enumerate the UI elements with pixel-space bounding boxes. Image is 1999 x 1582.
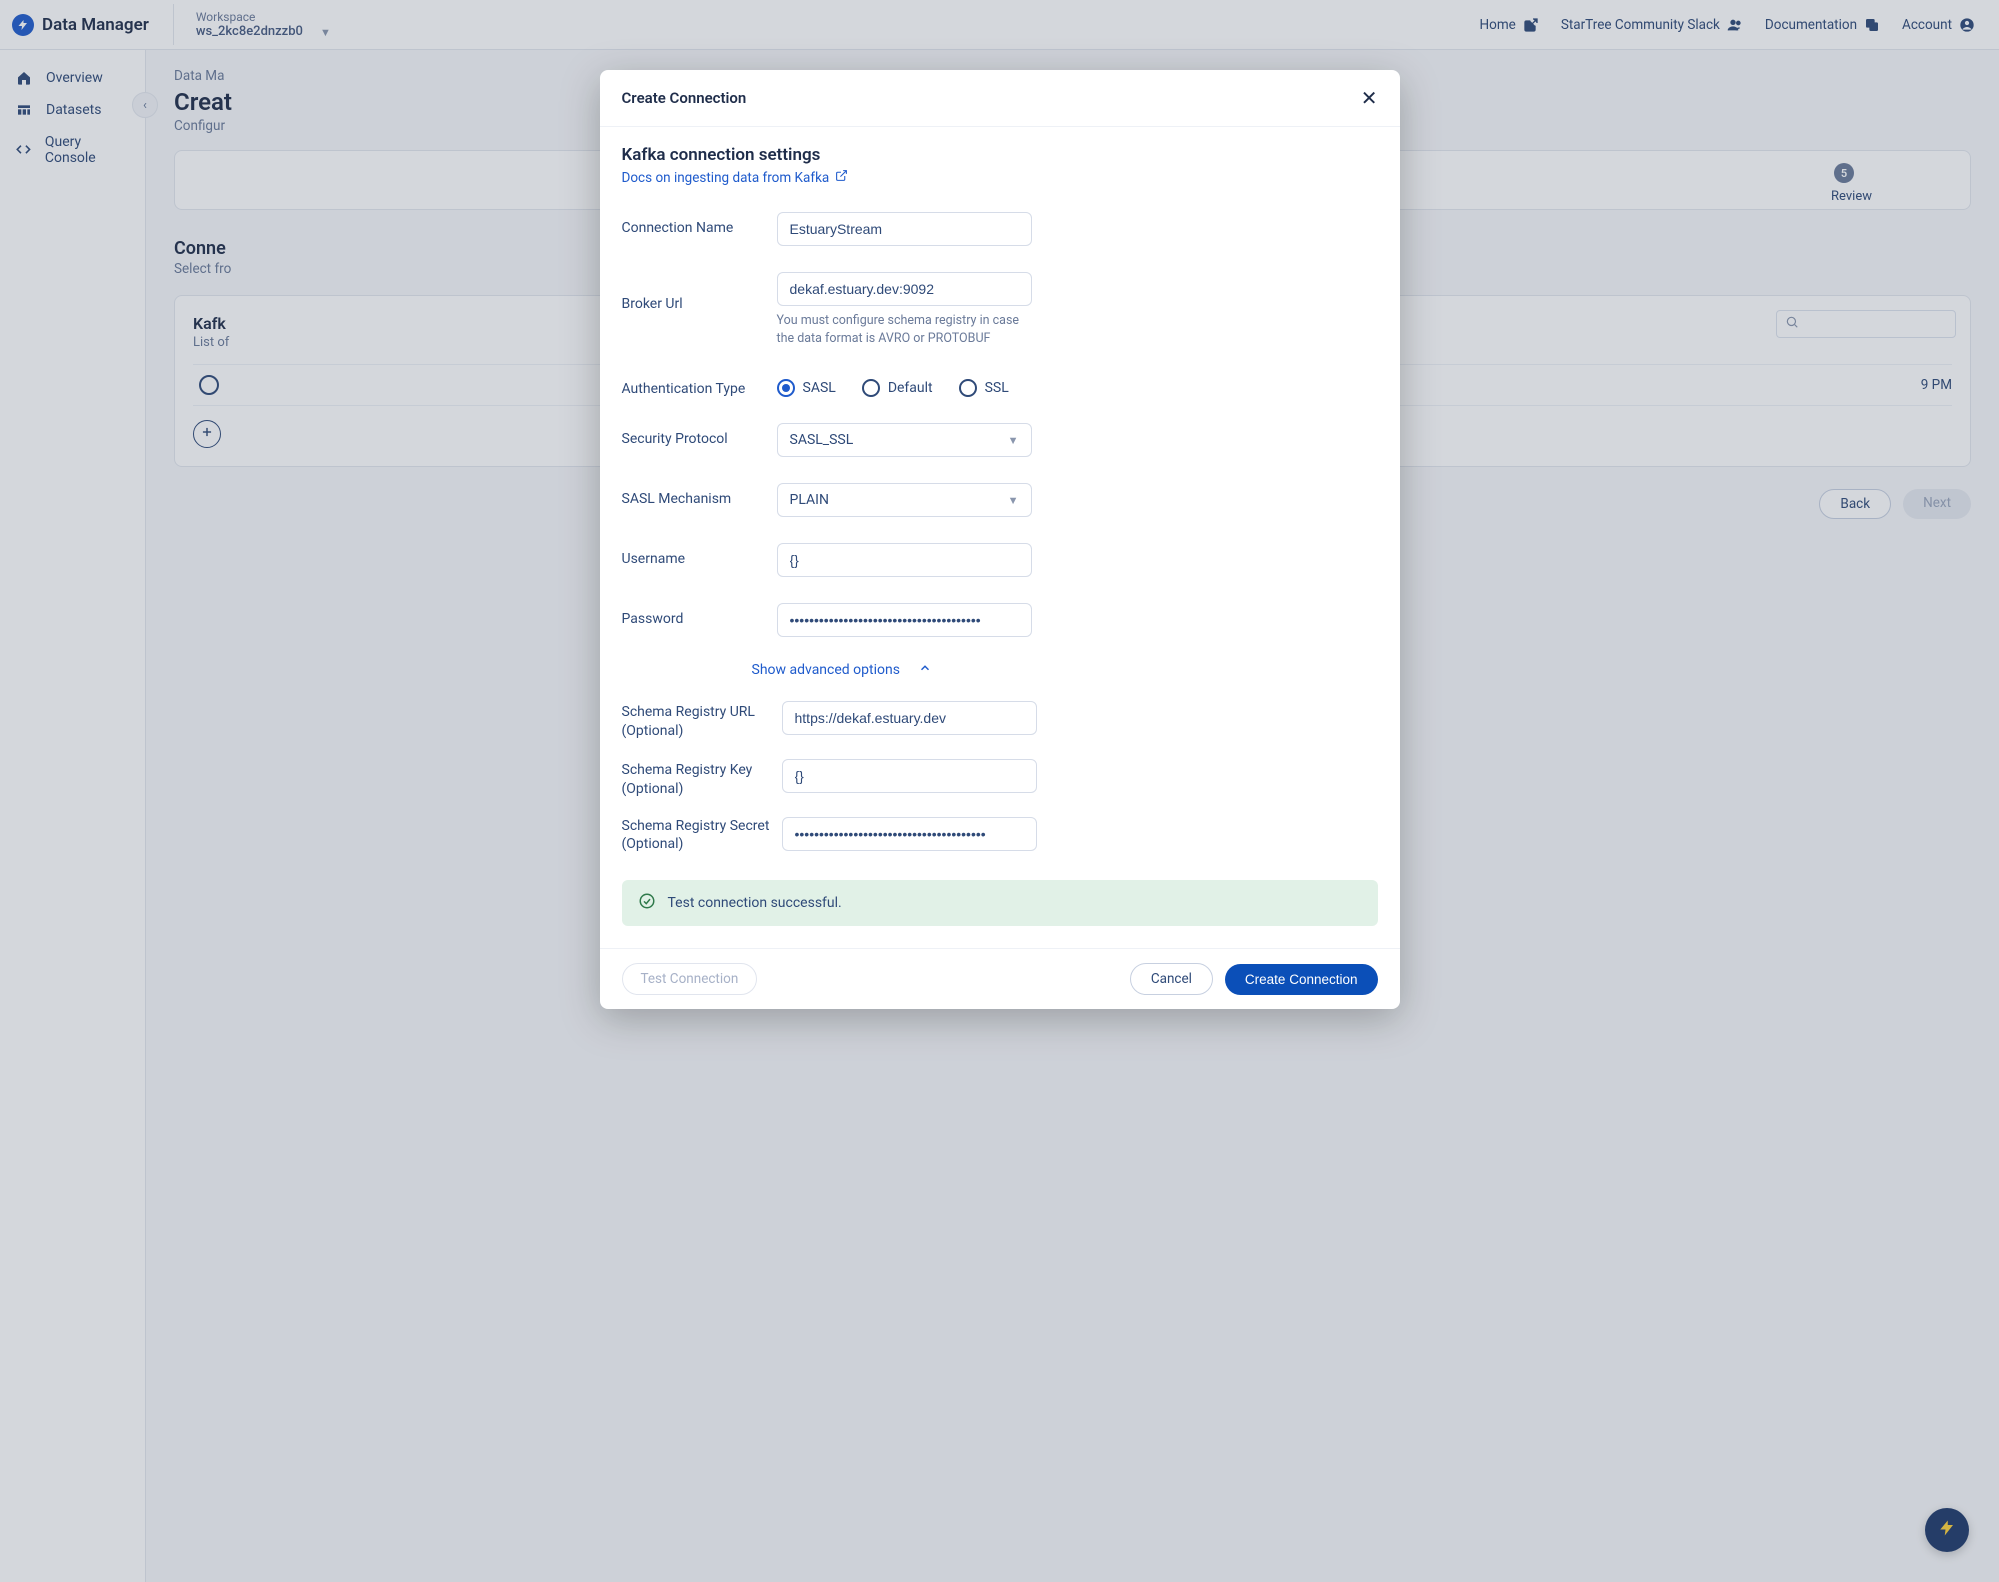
broker-url-hint: You must configure schema registry in ca… bbox=[777, 312, 1032, 347]
schema-secret-input[interactable] bbox=[782, 817, 1037, 851]
label-security-protocol: Security Protocol bbox=[622, 423, 767, 447]
label-sasl-mechanism: SASL Mechanism bbox=[622, 483, 767, 507]
docs-link-label: Docs on ingesting data from Kafka bbox=[622, 170, 830, 186]
label-schema-key: Schema Registry Key (Optional) bbox=[622, 759, 772, 799]
modal-overlay: Create Connection ✕ Kafka connection set… bbox=[0, 0, 1999, 1582]
label-password: Password bbox=[622, 603, 767, 627]
label-username: Username bbox=[622, 543, 767, 567]
schema-url-input[interactable] bbox=[782, 701, 1037, 735]
show-advanced-toggle[interactable]: Show advanced options bbox=[752, 661, 932, 679]
radio-icon bbox=[959, 379, 977, 397]
radio-icon bbox=[777, 379, 795, 397]
label-connection-name: Connection Name bbox=[622, 212, 767, 236]
username-input[interactable] bbox=[777, 543, 1032, 577]
label-broker-url: Broker Url bbox=[622, 272, 767, 312]
radio-icon bbox=[862, 379, 880, 397]
select-value: PLAIN bbox=[790, 492, 829, 508]
check-circle-icon bbox=[638, 892, 656, 914]
cancel-button[interactable]: Cancel bbox=[1130, 963, 1213, 995]
create-connection-button[interactable]: Create Connection bbox=[1225, 964, 1378, 995]
schema-key-input[interactable] bbox=[782, 759, 1037, 793]
chevron-down-icon: ▼ bbox=[1008, 494, 1019, 507]
advanced-toggle-label: Show advanced options bbox=[752, 662, 900, 678]
modal-section-title: Kafka connection settings bbox=[622, 145, 1378, 165]
test-connection-button[interactable]: Test Connection bbox=[622, 963, 758, 995]
alert-text: Test connection successful. bbox=[668, 895, 842, 911]
password-input[interactable] bbox=[777, 603, 1032, 637]
select-value: SASL_SSL bbox=[790, 432, 854, 448]
label-auth-type: Authentication Type bbox=[622, 373, 767, 397]
auth-option-label: Default bbox=[888, 380, 933, 396]
security-protocol-select[interactable]: SASL_SSL ▼ bbox=[777, 423, 1032, 457]
auth-option-sasl[interactable]: SASL bbox=[777, 379, 836, 397]
docs-link[interactable]: Docs on ingesting data from Kafka bbox=[622, 169, 849, 186]
sasl-mechanism-select[interactable]: PLAIN ▼ bbox=[777, 483, 1032, 517]
auth-option-ssl[interactable]: SSL bbox=[959, 379, 1009, 397]
test-success-alert: Test connection successful. bbox=[622, 880, 1378, 926]
external-link-icon bbox=[835, 169, 848, 186]
close-button[interactable]: ✕ bbox=[1361, 86, 1378, 110]
close-icon: ✕ bbox=[1361, 86, 1378, 110]
auth-option-label: SSL bbox=[985, 380, 1009, 396]
modal-title: Create Connection bbox=[622, 89, 747, 107]
auth-option-label: SASL bbox=[803, 380, 836, 396]
connection-name-input[interactable] bbox=[777, 212, 1032, 246]
label-schema-url: Schema Registry URL (Optional) bbox=[622, 701, 772, 741]
label-schema-secret: Schema Registry Secret (Optional) bbox=[622, 817, 772, 855]
broker-url-input[interactable] bbox=[777, 272, 1032, 306]
chevron-down-icon: ▼ bbox=[1008, 434, 1019, 447]
create-connection-modal: Create Connection ✕ Kafka connection set… bbox=[600, 70, 1400, 1009]
auth-option-default[interactable]: Default bbox=[862, 379, 933, 397]
chevron-up-icon bbox=[918, 661, 932, 679]
